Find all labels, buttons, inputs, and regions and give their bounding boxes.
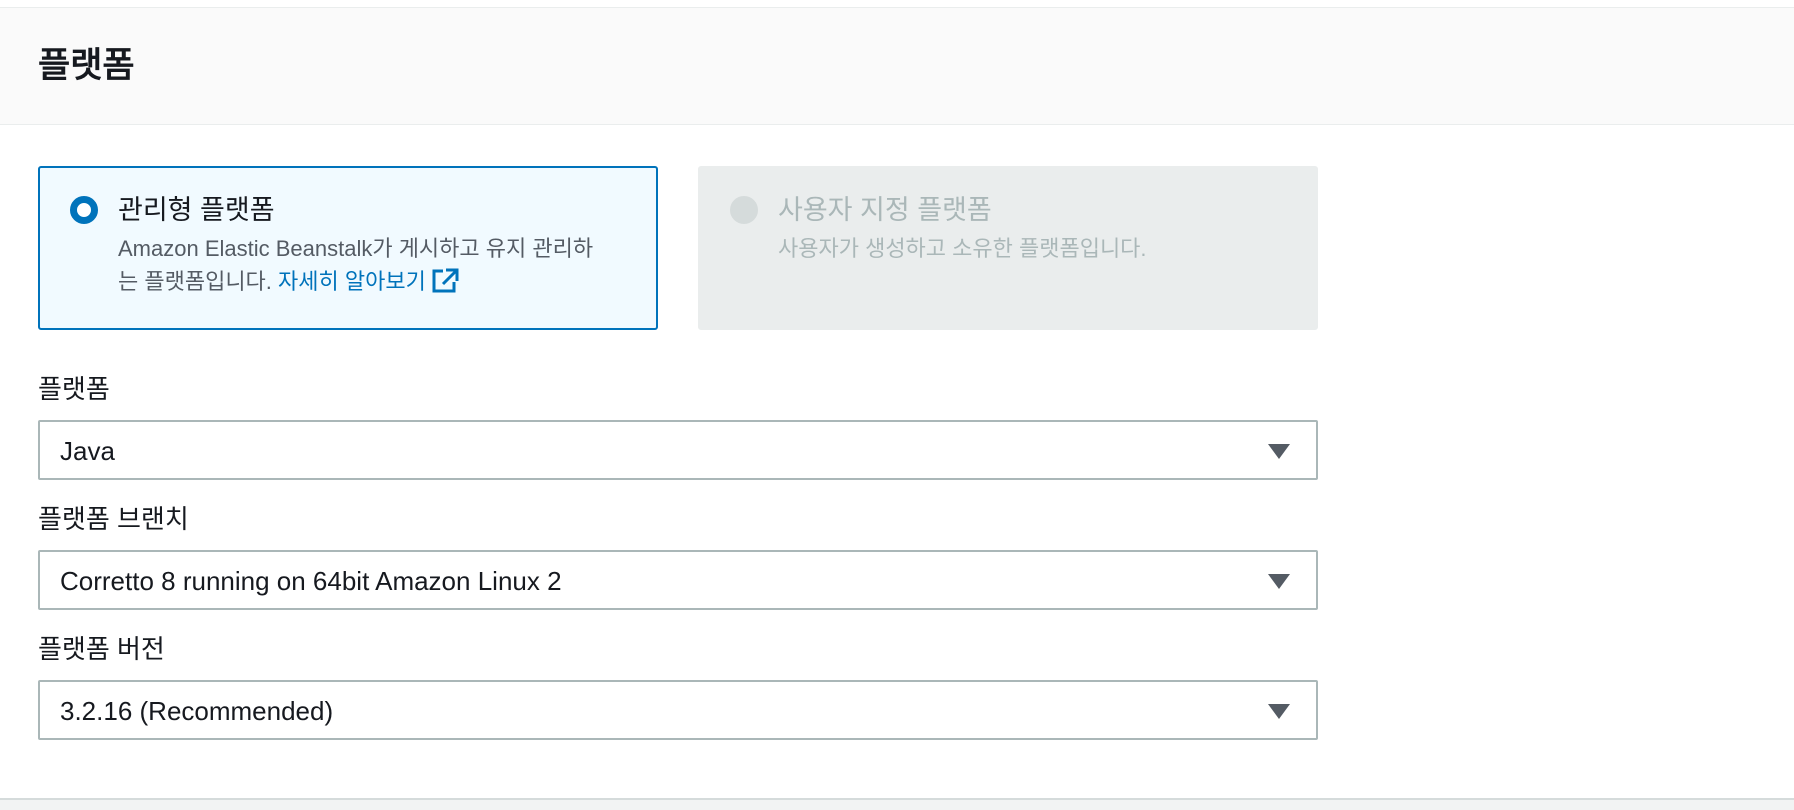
platform-branch-select[interactable]: Corretto 8 running on 64bit Amazon Linux… [38,550,1318,610]
bottom-divider [0,798,1794,810]
custom-platform-radio [730,196,758,224]
caret-down-icon [1268,704,1290,719]
caret-down-icon [1268,574,1290,589]
managed-platform-desc-line1: Amazon Elastic Beanstalk가 게시하고 유지 관리하 [118,236,594,261]
custom-platform-tile: 사용자 지정 플랫폼 사용자가 생성하고 소유한 플랫폼입니다. [698,166,1318,330]
panel-header: 플랫폼 [0,8,1794,125]
learn-more-label: 자세히 알아보기 [278,269,426,294]
platform-version-label: 플랫폼 버전 [38,634,165,664]
custom-platform-title: 사용자 지정 플랫폼 [778,195,992,225]
learn-more-link[interactable]: 자세히 알아보기 [278,268,460,294]
managed-platform-description: Amazon Elastic Beanstalk가 게시하고 유지 관리하 는 … [118,232,638,304]
managed-platform-desc-line2: 는 플랫폼입니다. [118,269,272,294]
platform-select[interactable]: Java [38,420,1318,480]
top-divider [0,0,1794,8]
caret-down-icon [1268,444,1290,459]
platform-label: 플랫폼 [38,374,110,404]
platform-select-value: Java [60,436,115,466]
managed-platform-radio[interactable] [70,196,98,224]
platform-branch-select-value: Corretto 8 running on 64bit Amazon Linux… [60,566,562,596]
platform-version-select[interactable]: 3.2.16 (Recommended) [38,680,1318,740]
external-link-icon [430,267,460,304]
panel-title: 플랫폼 [38,46,135,85]
platform-version-select-value: 3.2.16 (Recommended) [60,696,334,726]
platform-branch-label: 플랫폼 브랜치 [38,504,189,534]
platform-panel: 플랫폼 관리형 플랫폼 Amazon Elastic Beanstalk가 게시… [0,0,1794,810]
custom-platform-description: 사용자가 생성하고 소유한 플랫폼입니다. [778,236,1147,261]
managed-platform-tile[interactable]: 관리형 플랫폼 Amazon Elastic Beanstalk가 게시하고 유… [38,166,658,330]
managed-platform-title: 관리형 플랫폼 [118,195,275,225]
